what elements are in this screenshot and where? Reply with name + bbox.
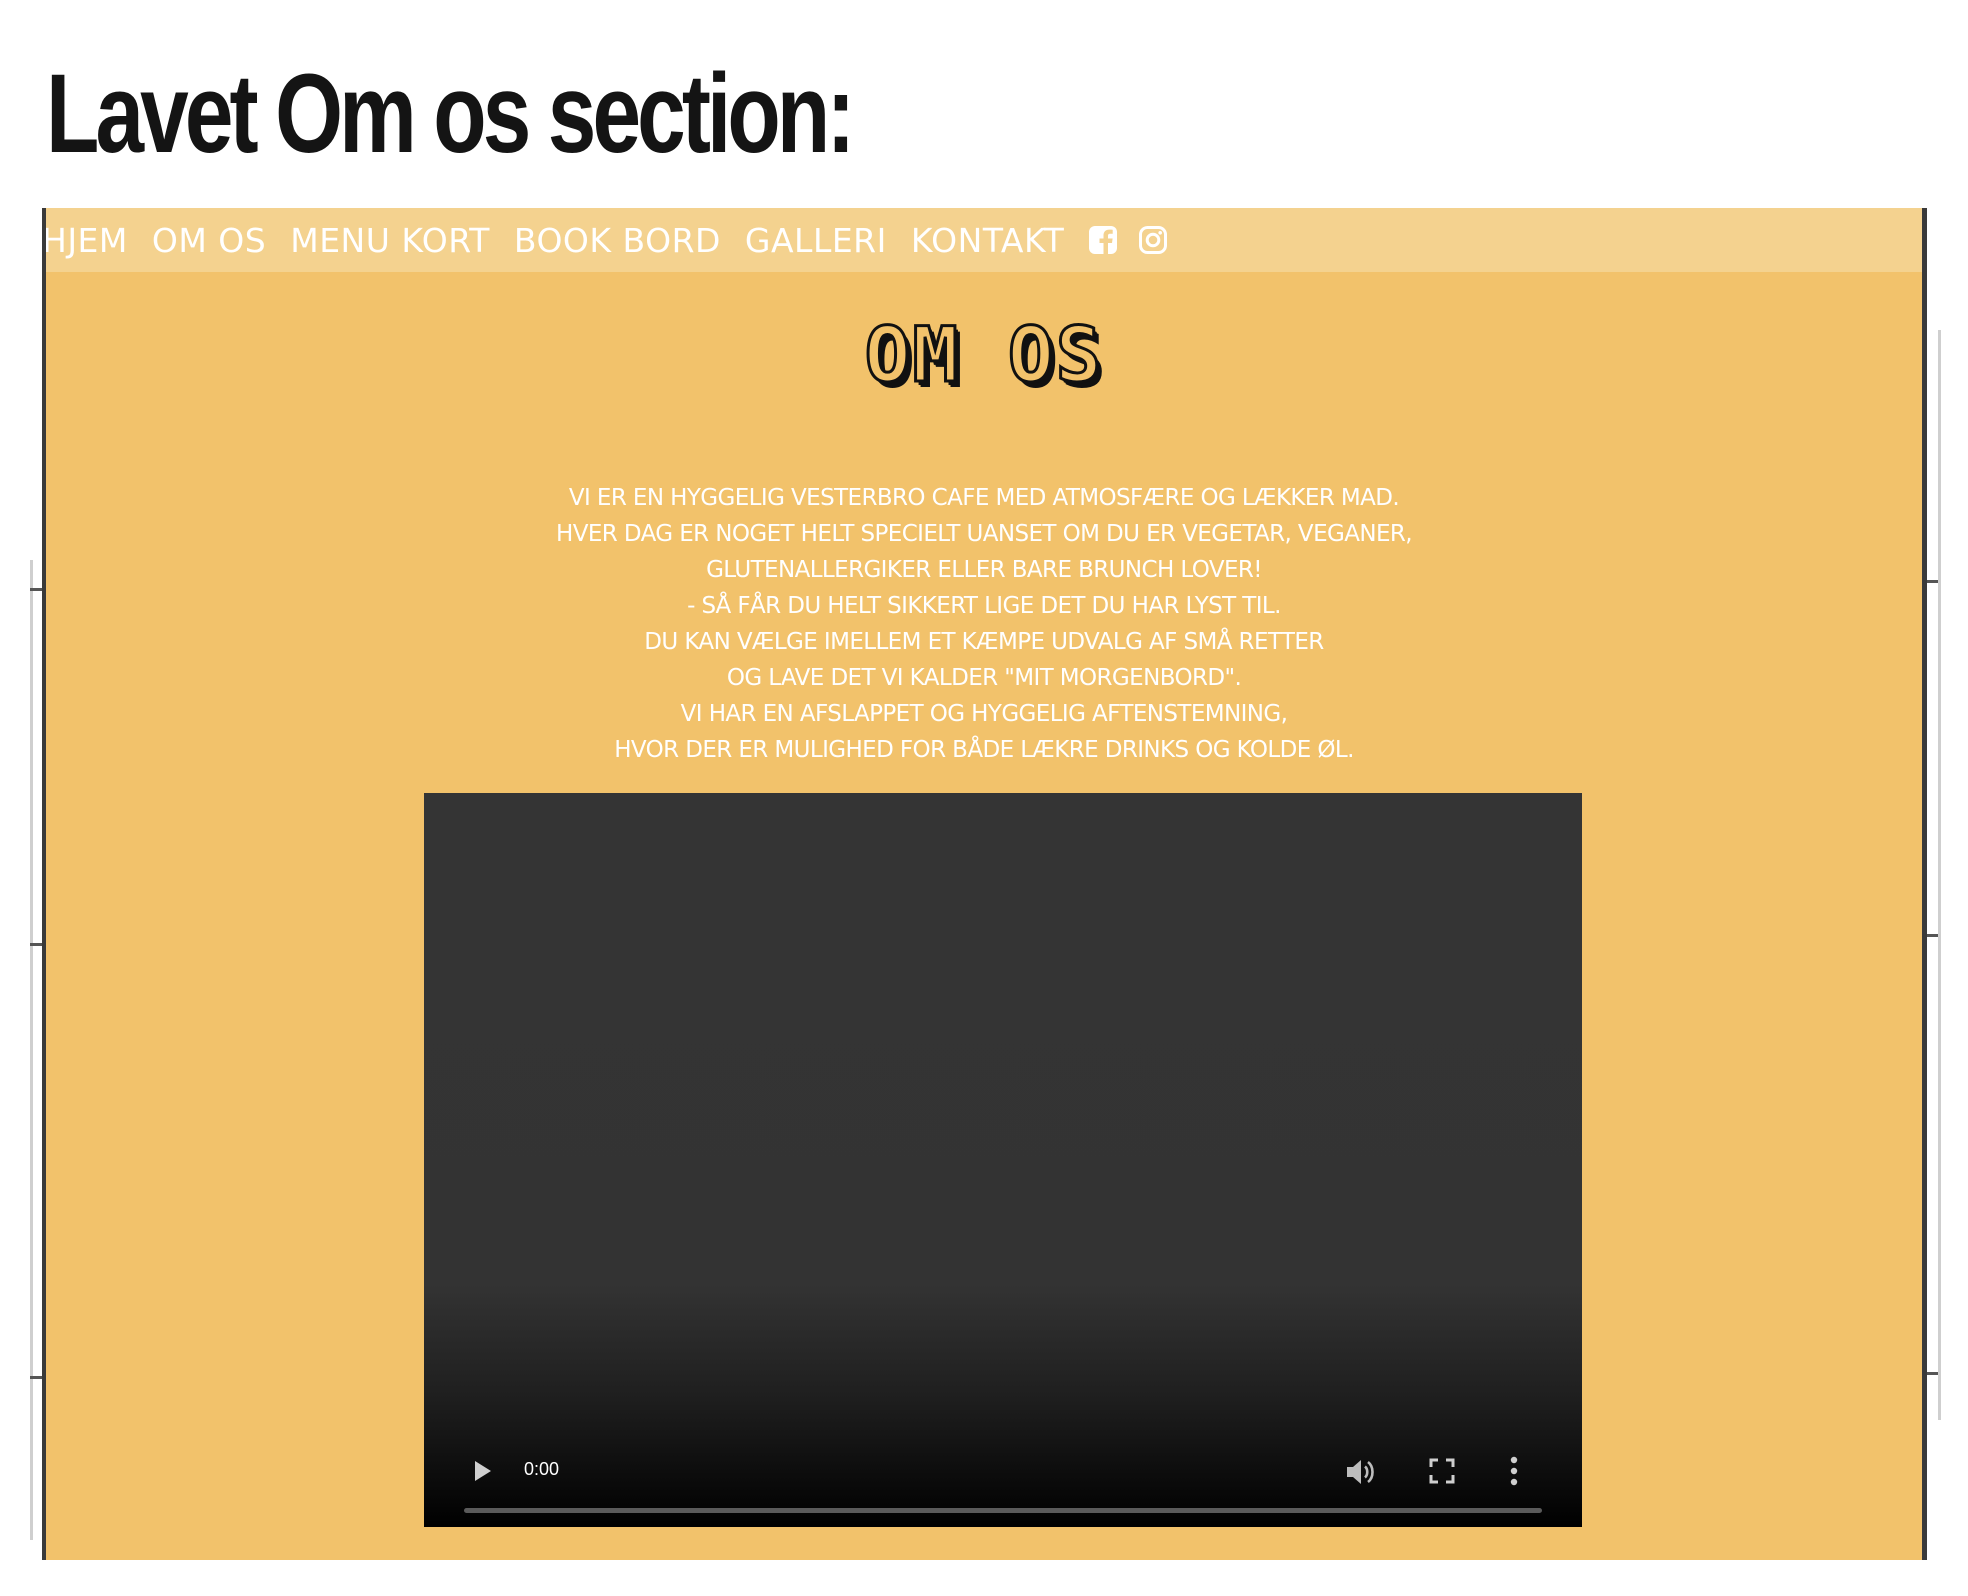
website-frame: HJEM OM OS MENU KORT BOOK BORD GALLERI K… — [42, 208, 1926, 1560]
play-icon[interactable] — [468, 1457, 496, 1485]
about-line: GLUTENALLERGIKER ELLER BARE BRUNCH LOVER… — [706, 557, 1262, 583]
about-line: HVOR DER ER MULIGHED FOR BÅDE LÆKRE DRIN… — [614, 737, 1354, 763]
video-player[interactable]: 0:00 — [424, 793, 1582, 1527]
about-line: OG LAVE DET VI KALDER "MIT MORGENBORD". — [726, 665, 1242, 691]
video-time: 0:00 — [524, 1459, 560, 1479]
about-line: - SÅ FÅR DU HELT SIKKERT LIGE DET DU HAR… — [687, 593, 1281, 619]
right-side-line — [1938, 330, 1941, 1420]
more-options-icon[interactable] — [1508, 1455, 1520, 1487]
fullscreen-icon[interactable] — [1428, 1457, 1456, 1485]
volume-icon[interactable] — [1344, 1456, 1378, 1488]
nav-item-menu-kort[interactable]: MENU KORT — [290, 221, 490, 260]
section-title: OM OS — [863, 309, 1104, 401]
about-line: VI HAR EN AFSLAPPET OG HYGGELIG AFTENSTE… — [680, 701, 1288, 727]
about-line: VI ER EN HYGGELIG VESTERBRO CAFE MED ATM… — [568, 485, 1400, 511]
facebook-icon[interactable] — [1088, 225, 1118, 255]
instagram-icon[interactable] — [1138, 225, 1168, 255]
video-controls: 0:00 — [424, 1437, 1582, 1527]
nav-item-kontakt[interactable]: KONTAKT — [911, 221, 1064, 260]
nav-item-book-bord[interactable]: BOOK BORD — [514, 221, 721, 260]
about-line: HVER DAG ER NOGET HELT SPECIELT UANSET O… — [556, 521, 1413, 547]
nav-item-galleri[interactable]: GALLERI — [745, 221, 887, 260]
left-side-line — [30, 560, 33, 1540]
nav-item-hjem[interactable]: HJEM — [42, 221, 128, 260]
nav-item-om-os[interactable]: OM OS — [152, 221, 266, 260]
navbar: HJEM OM OS MENU KORT BOOK BORD GALLERI K… — [42, 208, 1926, 272]
about-text: VI ER EN HYGGELIG VESTERBRO CAFE MED ATM… — [42, 480, 1926, 768]
page-heading: Lavet Om os section: — [46, 51, 855, 176]
about-line: DU KAN VÆLGE IMELLEM ET KÆMPE UDVALG AF … — [644, 629, 1324, 655]
frame-border-left — [42, 208, 46, 1560]
frame-border-right — [1922, 208, 1927, 1560]
video-progress-bar[interactable] — [464, 1508, 1542, 1513]
